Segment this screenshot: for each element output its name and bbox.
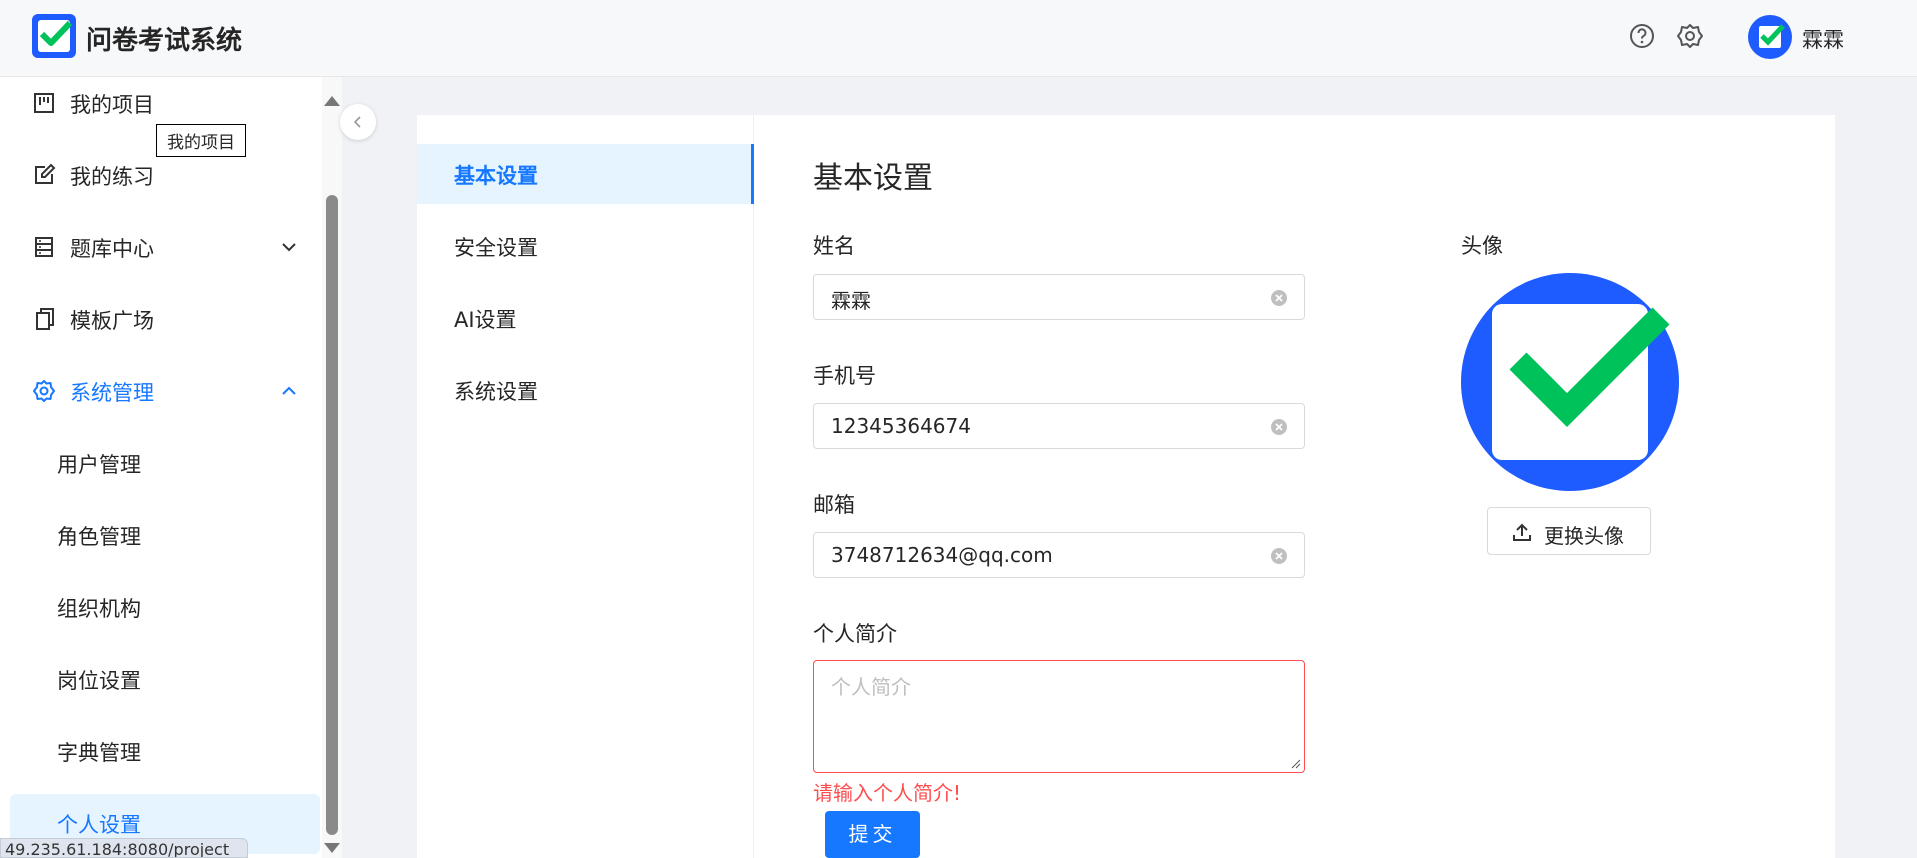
sidebar-item-label: 我的练习 <box>70 165 154 189</box>
sidebar-subitem-label: 用户管理 <box>57 453 141 477</box>
sidebar-item-system-management[interactable]: 系统管理 <box>0 362 322 422</box>
sidebar-subitem-dictionary-management[interactable]: 字典管理 <box>10 722 320 782</box>
app-logo-icon <box>32 14 76 58</box>
scroll-down-arrow-icon[interactable] <box>324 843 340 853</box>
upload-icon <box>1513 523 1531 541</box>
copy-icon <box>36 308 54 330</box>
profile-avatar <box>1461 273 1679 491</box>
edit-icon <box>35 163 56 184</box>
sidebar-scrollbar-thumb[interactable] <box>326 195 338 835</box>
database-icon <box>35 237 53 257</box>
sidebar-subitem-label: 字典管理 <box>57 741 141 765</box>
bio-placeholder: 个人简介 <box>831 675 911 699</box>
tab-label: 基本设置 <box>454 164 538 188</box>
status-bar-url: 49.235.61.184:8080/project <box>0 838 248 858</box>
email-label: 邮箱 <box>813 493 855 517</box>
sidebar-subitem-organization[interactable]: 组织机构 <box>10 578 320 638</box>
chevron-down-icon <box>282 243 296 252</box>
sidebar-tooltip: 我的项目 <box>156 124 246 157</box>
sidebar-item-template-square[interactable]: 模板广场 <box>0 290 322 350</box>
help-icon[interactable] <box>1627 21 1657 51</box>
tab-ai-settings[interactable]: AI设置 <box>417 288 753 348</box>
sidebar-item-label: 我的项目 <box>70 93 154 117</box>
bio-error-message: 请输入个人简介! <box>813 781 962 805</box>
user-name[interactable]: 霖霖 <box>1802 24 1844 54</box>
sidebar-subitem-label: 岗位设置 <box>57 669 141 693</box>
email-field[interactable]: 3748712634@qq.com <box>813 532 1305 578</box>
tab-label: 系统设置 <box>454 380 538 404</box>
phone-value: 12345364674 <box>831 414 971 438</box>
sidebar-collapse-button[interactable] <box>340 104 376 140</box>
sidebar-item-label: 模板广场 <box>70 309 154 333</box>
sidebar: 我的项目 我的练习 题库中心 模板广场 系统管理 用户管理 角色管理 组织机构 … <box>0 77 322 858</box>
tab-security-settings[interactable]: 安全设置 <box>417 216 753 276</box>
clear-icon[interactable] <box>1270 418 1288 436</box>
sidebar-subitem-label: 组织机构 <box>57 597 141 621</box>
phone-label: 手机号 <box>813 364 876 388</box>
chevron-up-icon <box>282 386 296 395</box>
change-avatar-label: 更换头像 <box>1544 524 1624 548</box>
tab-system-settings[interactable]: 系统设置 <box>417 360 753 420</box>
bio-textarea[interactable]: 个人简介 <box>813 660 1305 773</box>
sidebar-item-question-bank[interactable]: 题库中心 <box>0 218 322 278</box>
scroll-up-arrow-icon[interactable] <box>324 96 340 106</box>
sidebar-subitem-label: 个人设置 <box>57 813 141 837</box>
tab-label: AI设置 <box>454 308 517 332</box>
sidebar-item-label: 题库中心 <box>70 237 154 261</box>
name-label: 姓名 <box>813 234 855 258</box>
section-title: 基本设置 <box>813 161 933 196</box>
sidebar-subitem-user-management[interactable]: 用户管理 <box>10 434 320 494</box>
chevron-left-icon <box>353 116 361 128</box>
resize-handle-icon[interactable] <box>1291 759 1301 769</box>
sidebar-subitem-role-management[interactable]: 角色管理 <box>10 506 320 566</box>
project-board-icon <box>34 93 54 113</box>
gear-icon <box>33 380 55 402</box>
active-tab-indicator <box>751 144 754 204</box>
clear-icon[interactable] <box>1270 547 1288 565</box>
sidebar-subitem-position-settings[interactable]: 岗位设置 <box>10 650 320 710</box>
phone-field[interactable]: 12345364674 <box>813 403 1305 449</box>
settings-card: 基本设置 安全设置 AI设置 系统设置 基本设置 姓名 霖霖 手机号 12345… <box>417 115 1835 858</box>
sidebar-item-label: 系统管理 <box>70 381 154 405</box>
user-avatar[interactable] <box>1748 15 1792 59</box>
settings-gear-icon[interactable] <box>1675 21 1705 51</box>
tab-label: 安全设置 <box>454 236 538 260</box>
avatar-label: 头像 <box>1461 234 1503 258</box>
tab-basic-settings[interactable]: 基本设置 <box>417 144 754 204</box>
submit-button[interactable]: 提交 <box>825 811 920 858</box>
top-header: 问卷考试系统 霖霖 <box>0 0 1917 77</box>
name-field[interactable]: 霖霖 <box>813 274 1305 320</box>
sidebar-subitem-label: 角色管理 <box>57 525 141 549</box>
settings-nav: 基本设置 安全设置 AI设置 系统设置 <box>417 115 754 858</box>
name-value: 霖霖 <box>831 289 871 313</box>
email-value: 3748712634@qq.com <box>831 543 1053 567</box>
app-title: 问卷考试系统 <box>86 26 243 56</box>
bio-label: 个人简介 <box>813 622 897 646</box>
change-avatar-button[interactable]: 更换头像 <box>1487 507 1651 555</box>
clear-icon[interactable] <box>1270 289 1288 307</box>
